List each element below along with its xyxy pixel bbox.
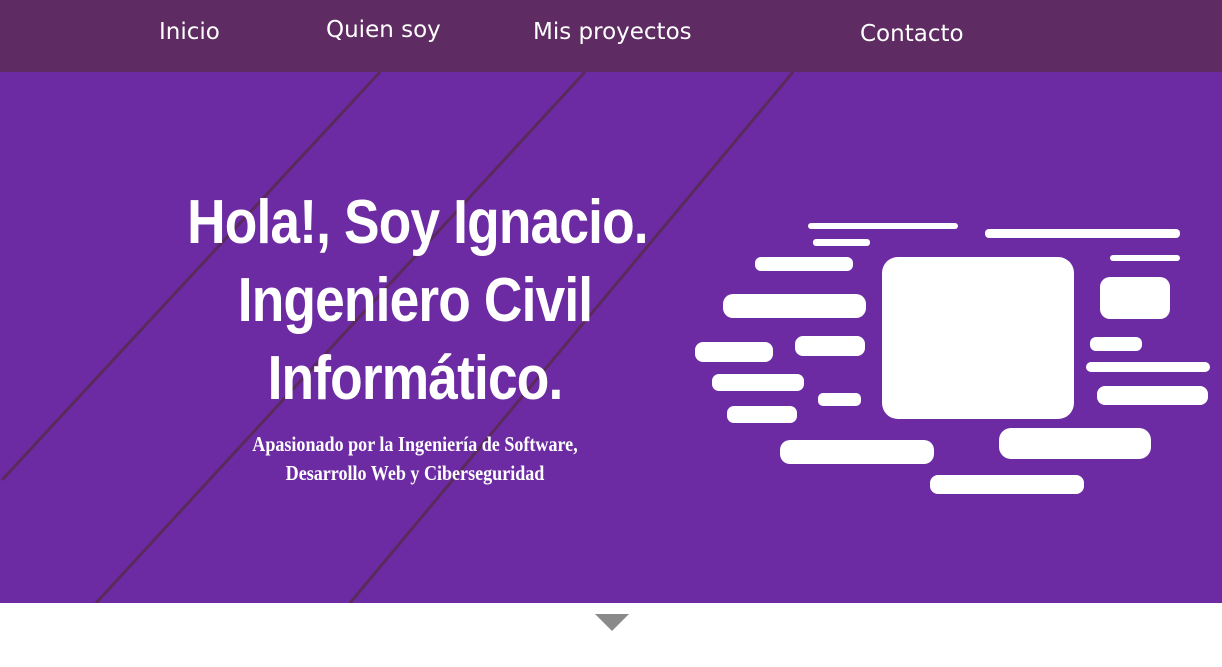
nav-link-mis-proyectos[interactable]: Mis proyectos bbox=[533, 19, 692, 45]
hero-subtitle: Apasionado por la Ingeniería de Software… bbox=[187, 430, 643, 488]
hero-title: Hola!, Soy Ignacio. Ingeniero Civil Info… bbox=[187, 184, 649, 418]
nav-link-quien-soy[interactable]: Quien soy bbox=[326, 17, 441, 43]
computer-screen-icon bbox=[695, 223, 1210, 494]
nav-link-inicio[interactable]: Inicio bbox=[159, 19, 220, 45]
hero-subtitle-line-2: Desarrollo Web y Ciberseguridad bbox=[285, 461, 545, 485]
hero-subtitle-line-1: Apasionado por la Ingeniería de Software… bbox=[252, 432, 578, 456]
hero-title-line-3: Informático. bbox=[267, 344, 564, 413]
hero-title-line-2: Ingeniero Civil bbox=[237, 266, 593, 335]
navbar: Inicio Quien soy Mis proyectos Contacto bbox=[0, 0, 1222, 72]
chevron-down-icon[interactable] bbox=[595, 614, 629, 631]
hero-text-block: Hola!, Soy Ignacio. Ingeniero Civil Info… bbox=[150, 184, 680, 488]
hero-section: Hola!, Soy Ignacio. Ingeniero Civil Info… bbox=[0, 72, 1222, 603]
hero-title-line-1: Hola!, Soy Ignacio. bbox=[187, 188, 649, 257]
nav-link-contacto[interactable]: Contacto bbox=[860, 21, 964, 47]
